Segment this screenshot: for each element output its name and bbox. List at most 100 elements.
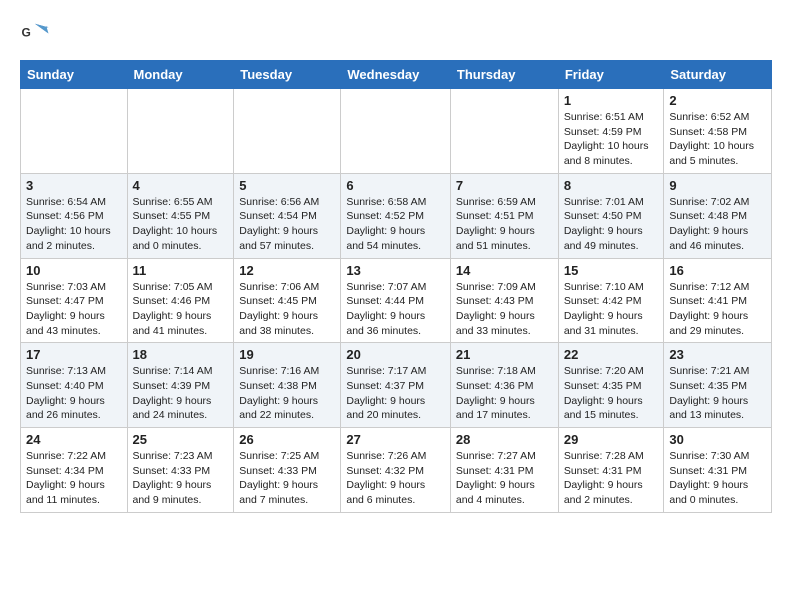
calendar-cell: 13Sunrise: 7:07 AM Sunset: 4:44 PM Dayli… — [341, 258, 451, 343]
day-info: Sunrise: 7:12 AM Sunset: 4:41 PM Dayligh… — [669, 280, 766, 339]
day-info: Sunrise: 7:23 AM Sunset: 4:33 PM Dayligh… — [133, 449, 229, 508]
day-number: 11 — [133, 263, 229, 278]
day-number: 27 — [346, 432, 445, 447]
day-number: 14 — [456, 263, 553, 278]
day-header-sunday: Sunday — [21, 61, 128, 89]
day-number: 29 — [564, 432, 659, 447]
day-number: 22 — [564, 347, 659, 362]
day-number: 30 — [669, 432, 766, 447]
day-info: Sunrise: 7:27 AM Sunset: 4:31 PM Dayligh… — [456, 449, 553, 508]
calendar-cell: 30Sunrise: 7:30 AM Sunset: 4:31 PM Dayli… — [664, 428, 772, 513]
calendar-cell: 22Sunrise: 7:20 AM Sunset: 4:35 PM Dayli… — [558, 343, 664, 428]
day-info: Sunrise: 7:05 AM Sunset: 4:46 PM Dayligh… — [133, 280, 229, 339]
day-number: 6 — [346, 178, 445, 193]
day-number: 23 — [669, 347, 766, 362]
day-number: 12 — [239, 263, 335, 278]
calendar-cell: 20Sunrise: 7:17 AM Sunset: 4:37 PM Dayli… — [341, 343, 451, 428]
day-info: Sunrise: 7:21 AM Sunset: 4:35 PM Dayligh… — [669, 364, 766, 423]
day-info: Sunrise: 7:10 AM Sunset: 4:42 PM Dayligh… — [564, 280, 659, 339]
calendar-cell: 3 Sunrise: 6:54 AM Sunset: 4:56 PM Daylig… — [21, 173, 128, 258]
day-info: Sunrise: 7:06 AM Sunset: 4:45 PM Dayligh… — [239, 280, 335, 339]
calendar-cell: 21Sunrise: 7:18 AM Sunset: 4:36 PM Dayli… — [450, 343, 558, 428]
day-number: 10 — [26, 263, 122, 278]
day-number: 2 — [669, 93, 766, 108]
day-info: Sunrise: 7:26 AM Sunset: 4:32 PM Dayligh… — [346, 449, 445, 508]
day-number: 9 — [669, 178, 766, 193]
day-number: 1 — [564, 93, 659, 108]
calendar-cell: 10 Sunrise: 7:03 AM Sunset: 4:47 PM Dayli… — [21, 258, 128, 343]
calendar-cell: 24Sunrise: 7:22 AM Sunset: 4:34 PM Dayli… — [21, 428, 128, 513]
day-header-monday: Monday — [127, 61, 234, 89]
day-info: Sunrise: 6:52 AM Sunset: 4:58 PM Dayligh… — [669, 110, 766, 169]
day-number: 5 — [239, 178, 335, 193]
calendar-cell: 4 Sunrise: 6:55 AM Sunset: 4:55 PM Daylig… — [127, 173, 234, 258]
day-header-tuesday: Tuesday — [234, 61, 341, 89]
calendar-cell: 19Sunrise: 7:16 AM Sunset: 4:38 PM Dayli… — [234, 343, 341, 428]
calendar-cell: 26 Sunrise: 7:25 AM Sunset: 4:33 PM Dayli… — [234, 428, 341, 513]
page-header: G — [20, 20, 772, 50]
calendar-week-3: 10 Sunrise: 7:03 AM Sunset: 4:47 PM Dayli… — [21, 258, 772, 343]
day-info: Sunrise: 7:25 AM Sunset: 4:33 PM Dayligh… — [239, 449, 335, 508]
day-number: 28 — [456, 432, 553, 447]
day-number: 13 — [346, 263, 445, 278]
calendar-cell: 17 Sunrise: 7:13 AM Sunset: 4:40 PM Dayli… — [21, 343, 128, 428]
day-info: Sunrise: 6:51 AM Sunset: 4:59 PM Dayligh… — [564, 110, 659, 169]
calendar-cell: 1 Sunrise: 6:51 AM Sunset: 4:59 PM Daylig… — [558, 89, 664, 174]
calendar-cell: 27 Sunrise: 7:26 AM Sunset: 4:32 PM Dayli… — [341, 428, 451, 513]
logo-icon: G — [20, 20, 50, 50]
calendar-cell: 9 Sunrise: 7:02 AM Sunset: 4:48 PM Daylig… — [664, 173, 772, 258]
day-number: 15 — [564, 263, 659, 278]
day-number: 3 — [26, 178, 122, 193]
day-number: 20 — [346, 347, 445, 362]
day-number: 18 — [133, 347, 229, 362]
day-info: Sunrise: 7:22 AM Sunset: 4:34 PM Dayligh… — [26, 449, 122, 508]
day-info: Sunrise: 7:14 AM Sunset: 4:39 PM Dayligh… — [133, 364, 229, 423]
day-number: 26 — [239, 432, 335, 447]
calendar-cell: 6 Sunrise: 6:58 AM Sunset: 4:52 PM Daylig… — [341, 173, 451, 258]
calendar-table: SundayMondayTuesdayWednesdayThursdayFrid… — [20, 60, 772, 513]
calendar-cell: 25 Sunrise: 7:23 AM Sunset: 4:33 PM Dayli… — [127, 428, 234, 513]
calendar-header-row: SundayMondayTuesdayWednesdayThursdayFrid… — [21, 61, 772, 89]
day-number: 16 — [669, 263, 766, 278]
calendar-cell: 28 Sunrise: 7:27 AM Sunset: 4:31 PM Dayli… — [450, 428, 558, 513]
calendar-cell: 14Sunrise: 7:09 AM Sunset: 4:43 PM Dayli… — [450, 258, 558, 343]
day-info: Sunrise: 6:55 AM Sunset: 4:55 PM Dayligh… — [133, 195, 229, 254]
day-number: 19 — [239, 347, 335, 362]
day-info: Sunrise: 6:58 AM Sunset: 4:52 PM Dayligh… — [346, 195, 445, 254]
day-info: Sunrise: 6:54 AM Sunset: 4:56 PM Dayligh… — [26, 195, 122, 254]
day-number: 25 — [133, 432, 229, 447]
logo: G — [20, 20, 54, 50]
calendar-cell — [127, 89, 234, 174]
day-info: Sunrise: 6:56 AM Sunset: 4:54 PM Dayligh… — [239, 195, 335, 254]
calendar-cell: 15 Sunrise: 7:10 AM Sunset: 4:42 PM Dayli… — [558, 258, 664, 343]
day-header-thursday: Thursday — [450, 61, 558, 89]
calendar-cell — [234, 89, 341, 174]
calendar-week-4: 17 Sunrise: 7:13 AM Sunset: 4:40 PM Dayli… — [21, 343, 772, 428]
day-info: Sunrise: 7:02 AM Sunset: 4:48 PM Dayligh… — [669, 195, 766, 254]
day-info: Sunrise: 7:03 AM Sunset: 4:47 PM Dayligh… — [26, 280, 122, 339]
calendar-cell: 2 Sunrise: 6:52 AM Sunset: 4:58 PM Daylig… — [664, 89, 772, 174]
calendar-week-5: 24Sunrise: 7:22 AM Sunset: 4:34 PM Dayli… — [21, 428, 772, 513]
day-info: Sunrise: 7:01 AM Sunset: 4:50 PM Dayligh… — [564, 195, 659, 254]
calendar-week-2: 3 Sunrise: 6:54 AM Sunset: 4:56 PM Daylig… — [21, 173, 772, 258]
day-info: Sunrise: 6:59 AM Sunset: 4:51 PM Dayligh… — [456, 195, 553, 254]
calendar-cell — [450, 89, 558, 174]
calendar-cell: 5 Sunrise: 6:56 AM Sunset: 4:54 PM Daylig… — [234, 173, 341, 258]
day-header-wednesday: Wednesday — [341, 61, 451, 89]
day-number: 8 — [564, 178, 659, 193]
calendar-cell: 12 Sunrise: 7:06 AM Sunset: 4:45 PM Dayli… — [234, 258, 341, 343]
day-number: 7 — [456, 178, 553, 193]
calendar-cell — [341, 89, 451, 174]
calendar-cell: 18 Sunrise: 7:14 AM Sunset: 4:39 PM Dayli… — [127, 343, 234, 428]
day-header-saturday: Saturday — [664, 61, 772, 89]
day-number: 21 — [456, 347, 553, 362]
day-number: 4 — [133, 178, 229, 193]
calendar-cell: 11 Sunrise: 7:05 AM Sunset: 4:46 PM Dayli… — [127, 258, 234, 343]
day-info: Sunrise: 7:28 AM Sunset: 4:31 PM Dayligh… — [564, 449, 659, 508]
day-number: 17 — [26, 347, 122, 362]
day-info: Sunrise: 7:13 AM Sunset: 4:40 PM Dayligh… — [26, 364, 122, 423]
calendar-cell: 29 Sunrise: 7:28 AM Sunset: 4:31 PM Dayli… — [558, 428, 664, 513]
calendar-cell: 8 Sunrise: 7:01 AM Sunset: 4:50 PM Daylig… — [558, 173, 664, 258]
calendar-cell: 7 Sunrise: 6:59 AM Sunset: 4:51 PM Daylig… — [450, 173, 558, 258]
calendar-cell: 23 Sunrise: 7:21 AM Sunset: 4:35 PM Dayli… — [664, 343, 772, 428]
